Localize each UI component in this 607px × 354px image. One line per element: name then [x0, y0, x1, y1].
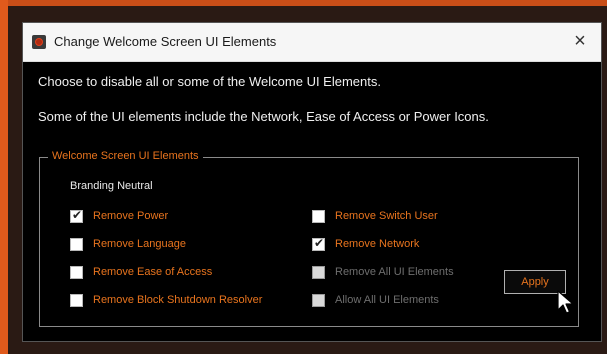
desktop-frame-top: [0, 0, 607, 6]
remove-network-checkbox[interactable]: [312, 236, 325, 251]
allow-all-ui-elements-label: Allow All UI Elements: [335, 294, 439, 306]
allow-all-ui-elements-checkbox[interactable]: [312, 293, 325, 307]
allow-all-ui-elements-option[interactable]: Allow All UI Elements: [312, 292, 439, 308]
mouse-cursor-icon: [557, 290, 574, 314]
remove-block-shutdown-checkbox[interactable]: [70, 293, 83, 307]
branding-neutral-label: Branding Neutral: [70, 180, 153, 192]
description-line-2: Some of the UI elements include the Netw…: [38, 109, 489, 124]
remove-block-shutdown-option[interactable]: Remove Block Shutdown Resolver: [70, 292, 262, 308]
remove-switch-user-checkbox[interactable]: [312, 209, 325, 223]
dialog-window: Change Welcome Screen UI Elements × Choo…: [22, 22, 602, 342]
title-bar[interactable]: Change Welcome Screen UI Elements ×: [23, 23, 601, 62]
remove-network-label: Remove Network: [335, 238, 420, 250]
window-title: Change Welcome Screen UI Elements: [54, 34, 277, 49]
remove-ease-of-access-label: Remove Ease of Access: [93, 266, 213, 278]
remove-power-checkbox[interactable]: [70, 208, 83, 223]
remove-switch-user-option[interactable]: Remove Switch User: [312, 208, 438, 224]
description-line-1: Choose to disable all or some of the Wel…: [38, 74, 381, 89]
remove-all-ui-elements-label: Remove All UI Elements: [335, 266, 454, 278]
app-icon: [32, 35, 46, 49]
remove-language-label: Remove Language: [93, 238, 186, 250]
desktop-frame-left: [0, 0, 8, 354]
group-title: Welcome Screen UI Elements: [48, 150, 203, 162]
remove-network-option[interactable]: Remove Network: [312, 236, 419, 252]
remove-language-option[interactable]: Remove Language: [70, 236, 186, 252]
remove-power-label: Remove Power: [93, 210, 169, 222]
remove-block-shutdown-label: Remove Block Shutdown Resolver: [93, 294, 263, 306]
welcome-elements-group: Welcome Screen UI Elements Branding Neut…: [39, 150, 579, 327]
remove-ease-of-access-option[interactable]: Remove Ease of Access: [70, 264, 212, 280]
close-button[interactable]: ×: [569, 30, 591, 52]
remove-switch-user-label: Remove Switch User: [335, 210, 438, 222]
remove-power-option[interactable]: Remove Power: [70, 208, 168, 224]
remove-all-ui-elements-checkbox[interactable]: [312, 265, 325, 279]
remove-ease-of-access-checkbox[interactable]: [70, 265, 83, 279]
remove-language-checkbox[interactable]: [70, 237, 83, 251]
remove-all-ui-elements-option[interactable]: Remove All UI Elements: [312, 264, 454, 280]
